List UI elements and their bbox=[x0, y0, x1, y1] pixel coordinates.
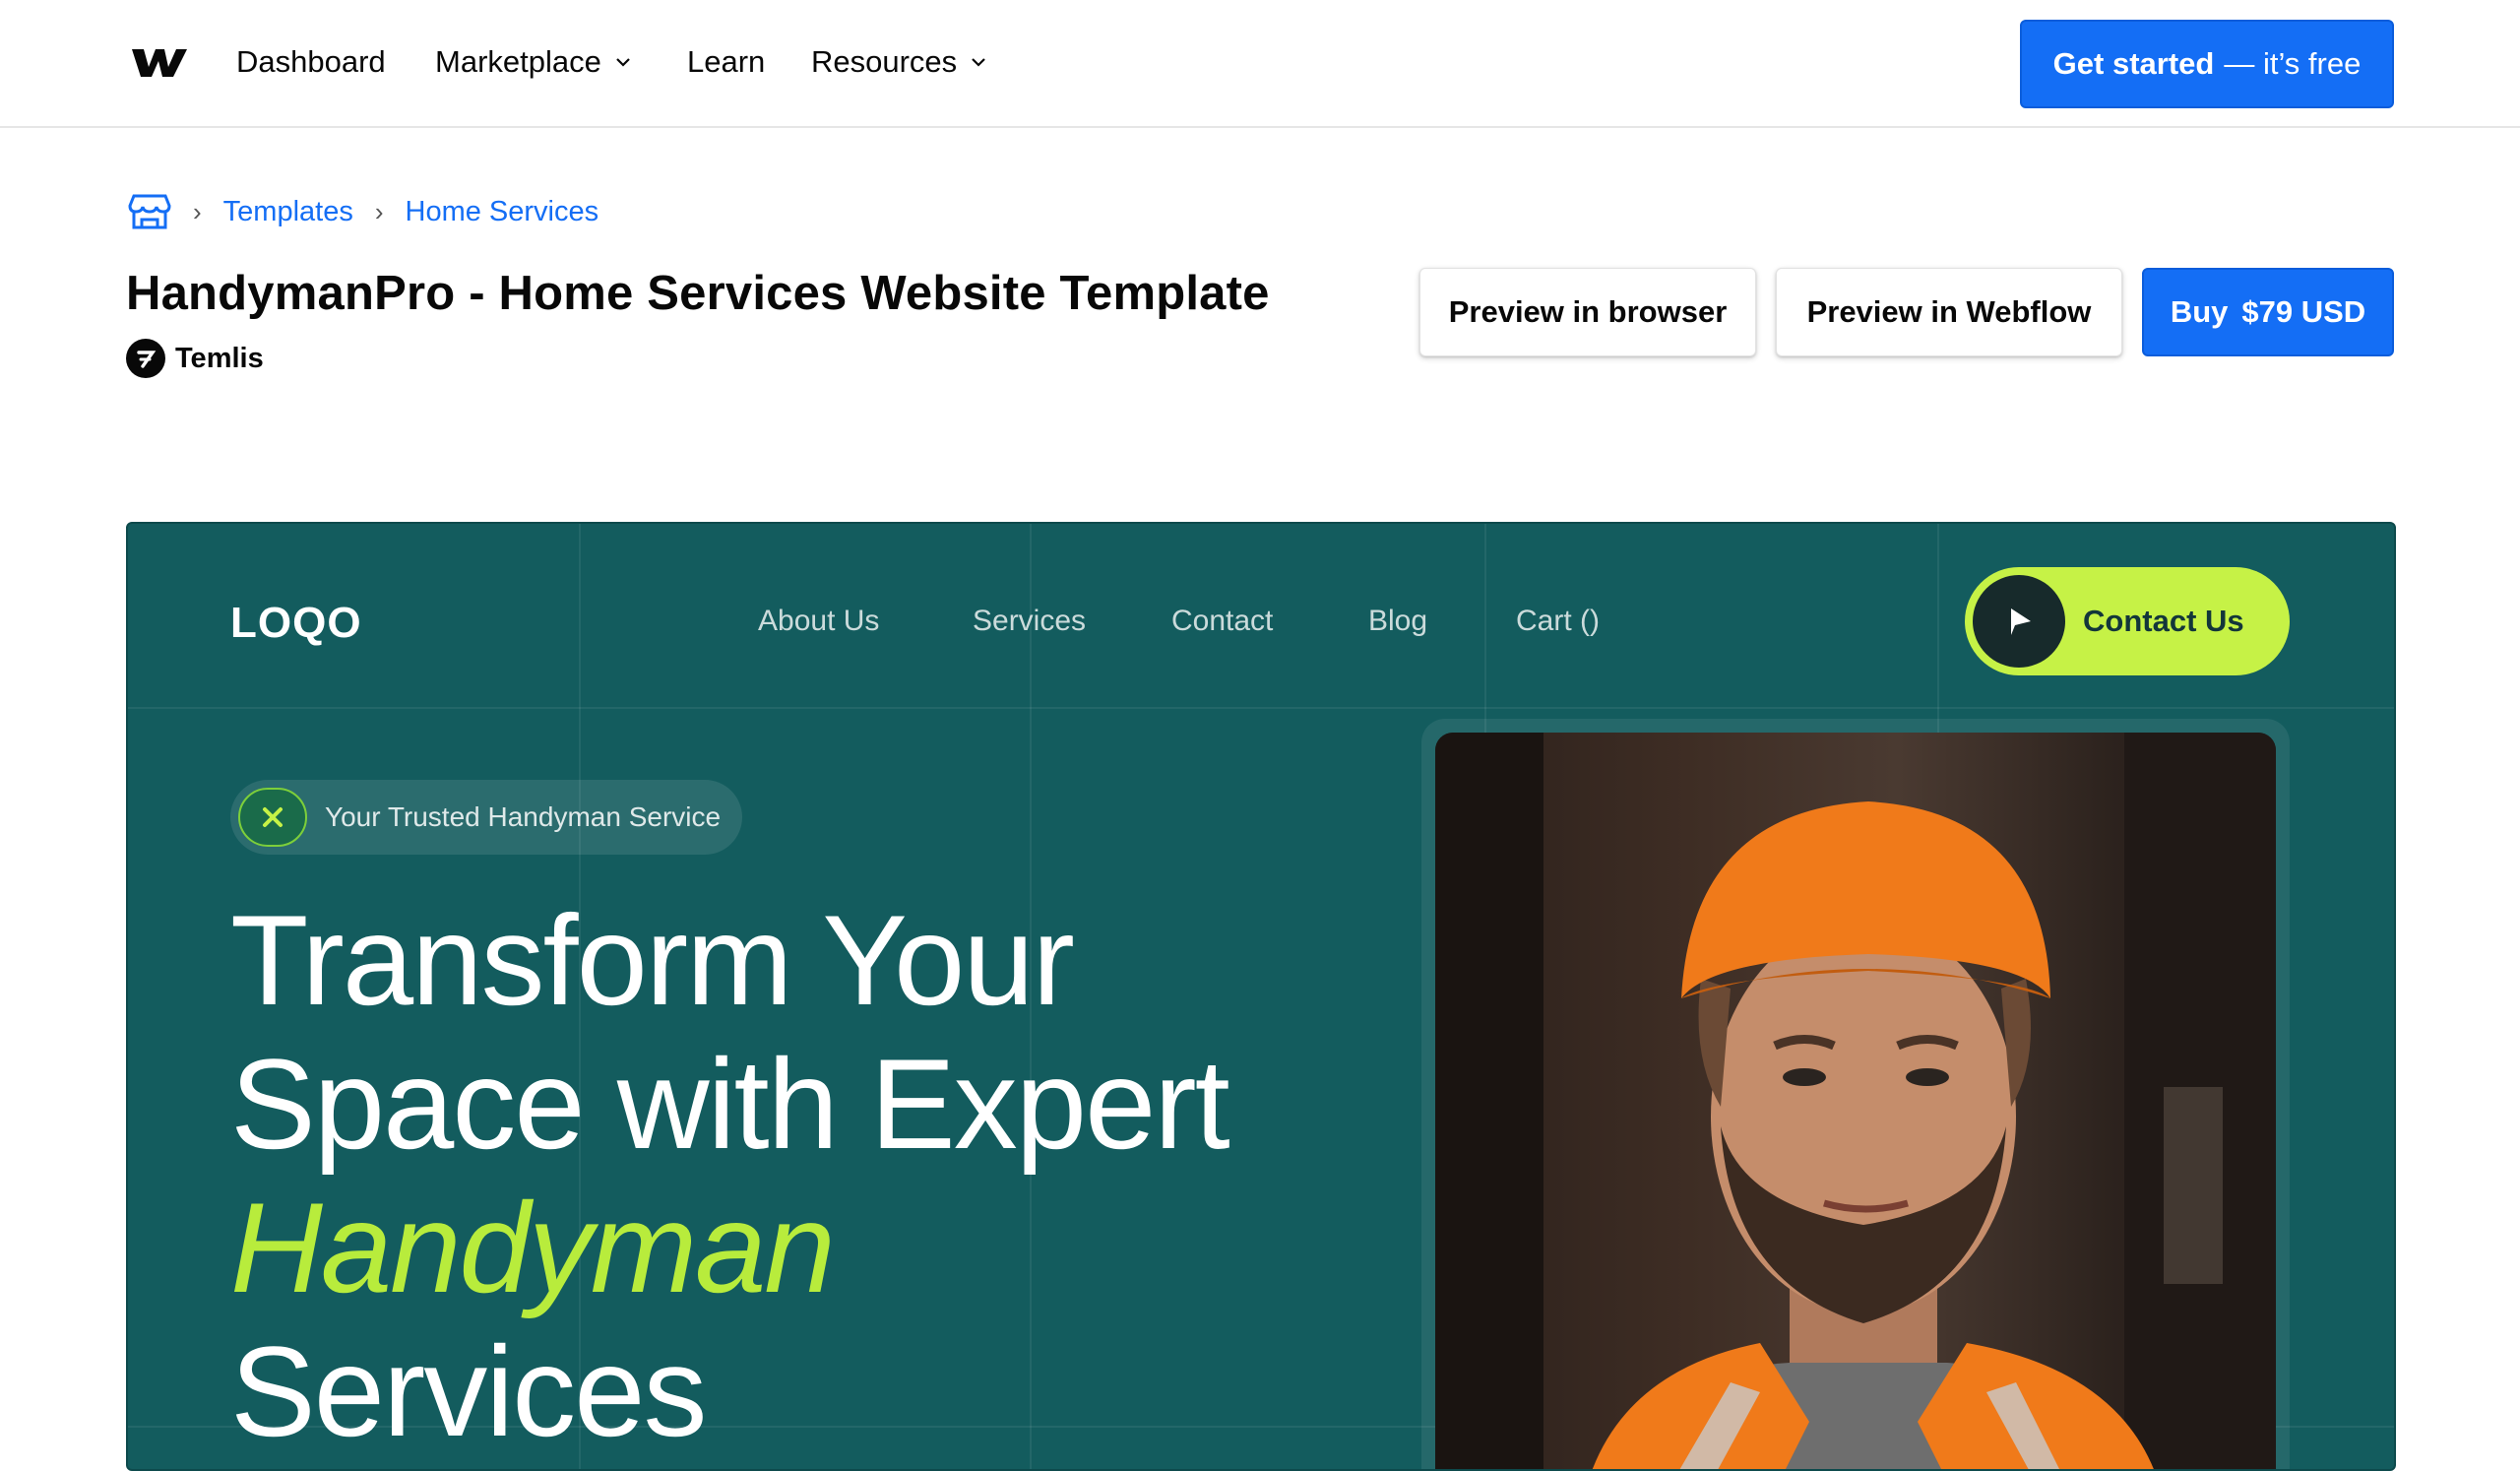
preview-nav-cart[interactable]: Cart () bbox=[1516, 605, 1600, 638]
tools-icon bbox=[238, 788, 307, 847]
webflow-logo[interactable] bbox=[132, 43, 187, 79]
breadcrumb-home-services[interactable]: Home Services bbox=[406, 196, 599, 228]
preview-nav-contact[interactable]: Contact bbox=[1171, 605, 1273, 638]
preview-headline: Transform Your Space with Expert Handyma… bbox=[230, 888, 1230, 1463]
headline-line-1: Transform Your bbox=[230, 888, 1075, 1032]
nav-dashboard[interactable]: Dashboard bbox=[236, 39, 386, 85]
nav-learn-label: Learn bbox=[687, 44, 766, 79]
nav-dashboard-label: Dashboard bbox=[236, 44, 386, 79]
preview-contact-button[interactable]: Contact Us bbox=[1965, 567, 2290, 675]
nav-marketplace[interactable]: Marketplace bbox=[435, 39, 631, 85]
preview-badge-text: Your Trusted Handyman Service bbox=[325, 801, 722, 832]
breadcrumb-separator: › bbox=[193, 196, 202, 226]
preview-contact-label: Contact Us bbox=[2083, 604, 2244, 638]
preview-in-browser-button[interactable]: Preview in browser bbox=[1419, 268, 1756, 356]
hero-photo bbox=[1435, 733, 2276, 1469]
chevron-down-icon bbox=[972, 58, 985, 67]
buy-label: Buy bbox=[2170, 294, 2229, 329]
preview-in-webflow-button[interactable]: Preview in Webflow bbox=[1776, 268, 2122, 356]
nav-learn[interactable]: Learn bbox=[687, 39, 765, 85]
nav-resources[interactable]: Resources bbox=[811, 39, 986, 85]
get-started-button[interactable]: Get started — it’s free bbox=[2020, 20, 2394, 108]
grid-line bbox=[128, 707, 2394, 709]
page-title: HandymanPro - Home Services Website Temp… bbox=[126, 267, 1270, 320]
preview-logo: LOQO bbox=[230, 599, 362, 647]
buy-price: $79 USD bbox=[2241, 294, 2366, 329]
breadcrumb-separator: › bbox=[374, 196, 384, 226]
author-name: Temlis bbox=[175, 342, 264, 374]
nav-resources-label: Resources bbox=[811, 44, 958, 79]
headline-line-2: Space with Expert bbox=[230, 1032, 1230, 1176]
get-started-label: Get started bbox=[2052, 46, 2215, 81]
preview-badge: Your Trusted Handyman Service bbox=[230, 780, 742, 855]
preview-nav-blog[interactable]: Blog bbox=[1368, 605, 1427, 638]
breadcrumb: › Templates › Home Services bbox=[128, 189, 598, 234]
preview-nav-about[interactable]: About Us bbox=[758, 605, 879, 638]
author-avatar-icon bbox=[126, 339, 165, 378]
headline-line-4: Services bbox=[230, 1319, 707, 1463]
nav-marketplace-label: Marketplace bbox=[435, 44, 601, 79]
template-preview[interactable]: LOQO About Us Services Contact Blog Cart… bbox=[126, 522, 2396, 1471]
author-link[interactable]: Temlis bbox=[126, 339, 264, 378]
buy-button[interactable]: Buy $79 USD bbox=[2142, 268, 2394, 356]
breadcrumb-templates[interactable]: Templates bbox=[223, 196, 353, 228]
get-started-suffix: — it’s free bbox=[2224, 46, 2362, 81]
chevron-down-icon bbox=[616, 58, 630, 67]
handyman-portrait-image bbox=[1435, 733, 2276, 1469]
headline-accent: Handyman bbox=[230, 1176, 836, 1319]
storefront-icon[interactable] bbox=[128, 192, 171, 231]
preview-nav-services[interactable]: Services bbox=[973, 605, 1086, 638]
play-icon bbox=[1973, 575, 2065, 668]
top-navigation: Dashboard Marketplace Learn Resources Ge… bbox=[0, 0, 2520, 128]
